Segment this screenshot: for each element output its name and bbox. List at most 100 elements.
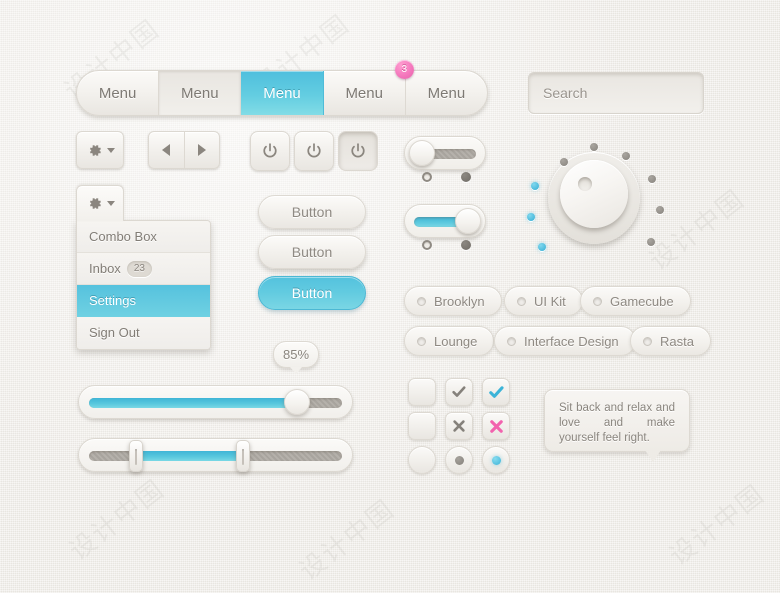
button-raised[interactable]: Button [258, 235, 366, 269]
power-button-3[interactable] [338, 131, 378, 171]
dropdown-item-settings[interactable]: Settings [77, 285, 210, 317]
dropdown-item-combo-box[interactable]: Combo Box [77, 221, 210, 253]
tag-label: UI Kit [534, 293, 566, 309]
chevron-down-icon [106, 201, 115, 206]
indicator-dot-hollow[interactable] [422, 172, 432, 182]
indicator-dot-solid[interactable] [461, 240, 471, 250]
checkbox-empty-2[interactable] [408, 412, 436, 440]
menu-bar: Menu Menu Menu Menu 3 Menu [76, 60, 488, 116]
circle-icon [507, 336, 516, 346]
menu-item-3[interactable]: Menu [241, 71, 324, 115]
range-slider[interactable] [78, 438, 353, 472]
cross-icon [489, 419, 503, 433]
power-button-1[interactable] [250, 131, 290, 171]
tag-interface-design[interactable]: Interface Design [494, 326, 636, 356]
dropdown-item-label: Sign Out [89, 325, 140, 340]
toggle-switch-off[interactable] [404, 136, 486, 170]
menu-item-2[interactable]: Menu [159, 71, 242, 115]
tag-rasta[interactable]: Rasta [630, 326, 711, 356]
knob-step-dot-gray[interactable] [622, 152, 630, 160]
knob-step-dot-blue[interactable] [527, 213, 535, 221]
menu-item-label: Menu [345, 84, 383, 102]
gear-dropdown-button[interactable] [76, 131, 124, 169]
toggle-switch-on[interactable] [404, 204, 486, 238]
circle-icon [517, 296, 526, 306]
button-default[interactable]: Button [258, 195, 366, 229]
knob-step-dot-blue[interactable] [538, 243, 546, 251]
range-slider-fill [134, 451, 236, 461]
button-label: Button [291, 244, 333, 260]
check-icon [452, 386, 466, 397]
watermark: 设计中国 [644, 184, 751, 276]
knob-step-dot-gray[interactable] [647, 238, 655, 246]
circle-icon [593, 296, 602, 306]
dropdown-item-label: Settings [89, 293, 136, 308]
knob-face[interactable] [560, 160, 628, 228]
button-primary[interactable]: Button [258, 276, 366, 310]
menu-item-label: Menu [263, 84, 301, 102]
button-label: Button [291, 204, 333, 220]
search-input[interactable] [529, 73, 703, 113]
radio-dot-icon [491, 455, 501, 465]
menu-item-5[interactable]: Menu [406, 71, 487, 115]
tag-brooklyn[interactable]: Brooklyn [404, 286, 502, 316]
slider-handle[interactable] [284, 389, 310, 415]
knob-step-dot-gray[interactable] [648, 175, 656, 183]
progress-slider[interactable] [78, 385, 353, 419]
power-icon [263, 143, 277, 158]
range-handle-high[interactable] [236, 440, 250, 472]
radio-selected-gray[interactable] [445, 446, 473, 474]
power-button-2[interactable] [294, 131, 334, 171]
next-button[interactable] [185, 132, 220, 168]
tag-label: Gamecube [610, 293, 674, 309]
menu-item-4[interactable]: Menu 3 [324, 60, 414, 115]
previous-button[interactable] [149, 132, 185, 168]
power-icon [307, 143, 321, 158]
checkbox-checked-blue[interactable] [482, 378, 510, 406]
tag-ui-kit[interactable]: UI Kit [504, 286, 583, 316]
dropdown-item-label: Combo Box [89, 229, 157, 244]
gear-icon [89, 197, 101, 210]
menu-item-label: Menu [98, 84, 137, 102]
knob-step-dot-blue[interactable] [531, 182, 539, 190]
knob-step-dot-gray[interactable] [590, 143, 598, 151]
radio-selected-blue[interactable] [482, 446, 510, 474]
menu-item-label: Menu [181, 84, 219, 102]
slider-value-tooltip: 85% [273, 341, 319, 374]
radio-dot-icon [454, 455, 464, 465]
radio-empty[interactable] [408, 446, 436, 474]
tag-label: Lounge [434, 333, 478, 349]
tag-lounge[interactable]: Lounge [404, 326, 495, 356]
watermark: 设计中国 [664, 479, 771, 571]
search-bar [528, 72, 704, 114]
dropdown-item-inbox[interactable]: Inbox 23 [77, 253, 210, 285]
range-slider-track[interactable] [89, 451, 342, 461]
checkbox-empty[interactable] [408, 378, 436, 406]
tag-label: Brooklyn [434, 293, 485, 309]
knob-step-dot-gray[interactable] [656, 206, 664, 214]
toggle-knob[interactable] [409, 140, 435, 166]
checkbox-checked-gray[interactable] [445, 378, 473, 406]
combo-box-trigger[interactable] [76, 185, 124, 221]
checkbox-cross-gray[interactable] [445, 412, 473, 440]
toggle-indicators-2 [404, 240, 486, 252]
tag-gamecube[interactable]: Gamecube [580, 286, 691, 316]
knob-step-dot-gray[interactable] [560, 158, 568, 166]
triangle-right-icon [197, 144, 206, 156]
indicator-dot-solid[interactable] [461, 172, 471, 182]
dropdown-item-sign-out[interactable]: Sign Out [77, 317, 210, 349]
range-handle-low[interactable] [129, 440, 143, 472]
circle-icon [643, 336, 652, 346]
circle-icon [417, 336, 426, 346]
checkbox-cross-pink[interactable] [482, 412, 510, 440]
toggle-indicators-1 [404, 172, 486, 184]
slider-value-label: 85% [282, 347, 310, 362]
indicator-dot-hollow[interactable] [422, 240, 432, 250]
menu-item-1[interactable]: Menu [77, 71, 160, 115]
toggle-knob[interactable] [455, 208, 481, 234]
menu-item-label: Menu [427, 84, 466, 102]
dropdown-item-label: Inbox [89, 261, 121, 276]
power-icon [351, 143, 365, 158]
check-icon [488, 385, 504, 398]
watermark: 设计中国 [294, 494, 401, 586]
